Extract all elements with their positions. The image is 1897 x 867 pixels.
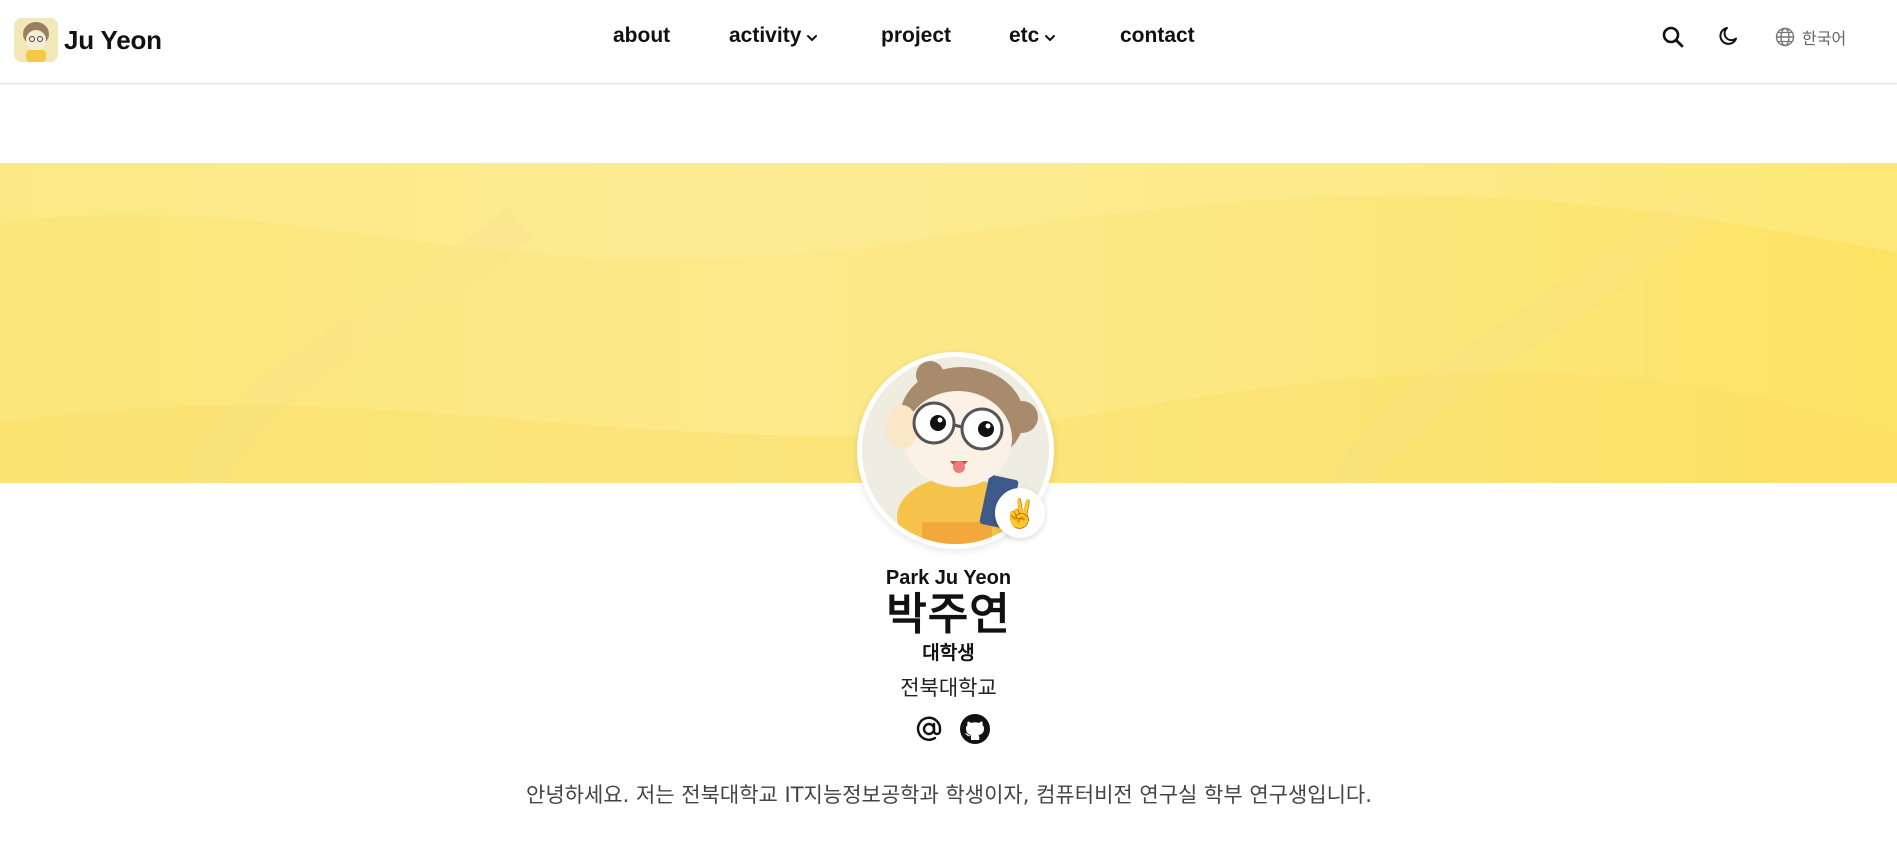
globe-icon [1775,27,1795,47]
social-links [912,712,1004,746]
search-icon [1662,26,1684,48]
profile-organization: 전북대학교 [900,676,997,700]
status-badge: ✌️ [995,488,1045,538]
github-link[interactable] [958,712,992,746]
github-icon [960,714,990,744]
profile-role: 대학생 [922,642,975,664]
profile-bio: 안녕하세요. 저는 전북대학교 IT지능정보공학과 학생이자, 컴퓨터비전 연구… [526,783,1372,807]
language-switcher[interactable]: 한국어 [1774,25,1846,49]
header-tools: 한국어 [0,22,1897,52]
profile-name-korean: 박주연 [886,589,1011,640]
site-header: Ju Yeon about activity project etc conta… [0,0,1897,84]
moon-icon [1719,27,1737,45]
email-link[interactable] [912,712,946,746]
victory-hand-icon: ✌️ [1002,497,1038,529]
language-label: 한국어 [1802,29,1847,48]
search-button[interactable] [1661,25,1685,49]
theme-toggle-button[interactable] [1717,24,1741,48]
at-sign-icon [916,716,942,741]
